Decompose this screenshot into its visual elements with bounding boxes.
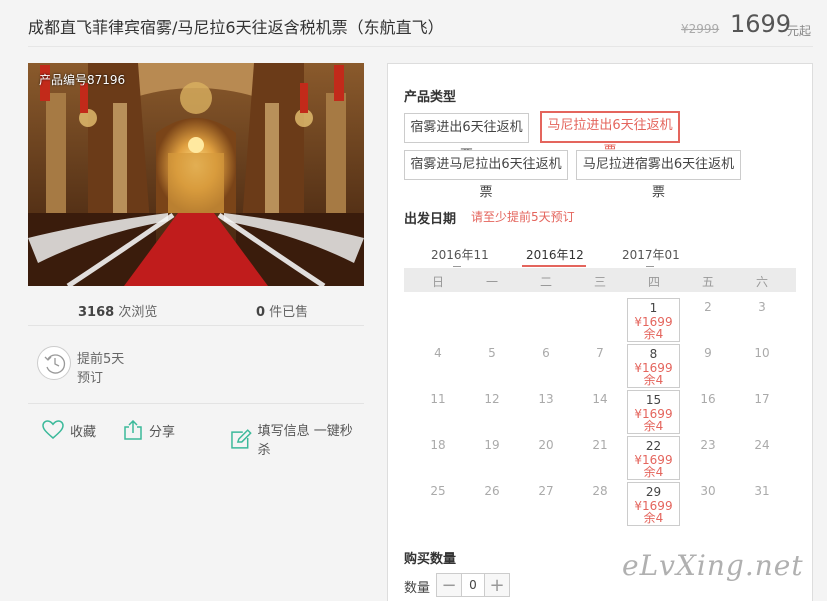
weekday-label: 四: [647, 275, 660, 289]
day-number: 1: [649, 301, 658, 315]
price-unit: 元起: [787, 24, 812, 38]
weekday-label: 五: [701, 275, 714, 289]
quantity-stepper: − 0 +: [436, 573, 510, 597]
advance-label: 预订: [77, 371, 104, 386]
calendar-day: 16: [700, 392, 716, 406]
share-button[interactable]: 分享: [123, 420, 175, 440]
sold-count: 0 件已售: [256, 305, 309, 320]
action-bar: 收藏 分享 填写信息 一键秒杀: [28, 418, 364, 458]
calendar-day: 17: [754, 392, 770, 406]
calendar-day-available[interactable]: 29 ¥1699 余4: [627, 482, 680, 526]
product-photo[interactable]: 产品编号87196: [28, 63, 364, 286]
quantity-label: 数量: [404, 581, 431, 596]
calendar-day: 13: [538, 392, 554, 406]
increase-button[interactable]: +: [485, 574, 509, 596]
calendar-day: 19: [484, 438, 500, 452]
edit-form-icon: [231, 429, 252, 449]
calendar-day: 18: [430, 438, 446, 452]
weekday-label: 二: [539, 275, 552, 289]
calendar-day: 7: [596, 346, 604, 360]
calendar-day: 12: [484, 392, 500, 406]
calendar-day: 3: [758, 300, 766, 314]
calendar-day: 26: [484, 484, 500, 498]
current-price: 1699: [730, 10, 792, 38]
calendar-day: 9: [704, 346, 712, 360]
month-tab-next[interactable]: 2017年01: [622, 246, 680, 263]
weekday-label: 六: [755, 275, 768, 289]
day-number: 8: [649, 347, 658, 361]
share-icon: [124, 420, 142, 440]
booking-hint: 请至少提前5天预订: [471, 210, 575, 224]
calendar-day: 20: [538, 438, 554, 452]
option-manila-in-cebu-out[interactable]: 马尼拉进宿雾出6天往返机票: [576, 150, 741, 200]
weekday-label: 一: [485, 275, 498, 289]
calendar-day-available[interactable]: 15 ¥1699 余4: [627, 390, 680, 434]
month-indicator: [646, 266, 654, 267]
cathedral-image: [28, 63, 364, 286]
option-cebu-in-manila-out[interactable]: 宿雾进马尼拉出6天往返机票: [404, 150, 568, 200]
calendar-day: 4: [434, 346, 442, 360]
weekday-label: 日: [431, 275, 444, 289]
calendar-day: 6: [542, 346, 550, 360]
advance-days: 提前5天: [77, 352, 125, 367]
calendar-day: 30: [700, 484, 716, 498]
product-number: 产品编号87196: [39, 73, 126, 87]
decrease-button[interactable]: −: [437, 574, 461, 596]
advance-booking: 提前5天 预订: [28, 332, 364, 404]
option-manila-roundtrip[interactable]: 马尼拉进出6天往返机票: [540, 111, 680, 159]
calendar-day: 11: [430, 392, 446, 406]
day-number: 29: [645, 485, 662, 499]
calendar-day: 21: [592, 438, 608, 452]
weekday-label: 三: [593, 275, 606, 289]
quick-buy-button[interactable]: 填写信息 一键秒杀: [230, 420, 364, 458]
calendar-day: 28: [592, 484, 608, 498]
calendar-day: 2: [704, 300, 712, 314]
option-cebu-roundtrip[interactable]: 宿雾进出6天往返机票: [404, 113, 529, 163]
history-clock-icon: [37, 346, 71, 380]
day-remaining: 余4: [643, 327, 664, 341]
favorite-button[interactable]: 收藏: [42, 420, 96, 440]
quantity-value[interactable]: 0: [461, 574, 485, 596]
month-tab-prev[interactable]: 2016年11: [431, 246, 489, 263]
day-remaining: 余4: [643, 419, 664, 433]
month-active-underline: [522, 265, 586, 267]
calendar-day: 24: [754, 438, 770, 452]
month-tab-current[interactable]: 2016年12: [526, 246, 584, 263]
calendar-day: 5: [488, 346, 496, 360]
day-number: 15: [645, 393, 662, 407]
month-indicator: [453, 266, 461, 267]
original-price: ¥2999: [681, 22, 720, 36]
day-remaining: 余4: [643, 511, 664, 525]
site-watermark: eLvXing.net: [622, 549, 804, 582]
calendar-day-available[interactable]: 1 ¥1699 余4: [627, 298, 680, 342]
product-type-title: 产品类型: [404, 90, 457, 105]
booking-panel: 产品类型 宿雾进出6天往返机票 马尼拉进出6天往返机票 宿雾进马尼拉出6天往返机…: [387, 63, 813, 601]
views-count: 3168 次浏览: [78, 305, 158, 320]
day-remaining: 余4: [643, 465, 664, 479]
calendar-day: 10: [754, 346, 770, 360]
header-divider: [28, 46, 813, 47]
weekday-header: 日一二三四五六: [404, 268, 796, 292]
quantity-title: 购买数量: [404, 552, 457, 567]
day-remaining: 余4: [643, 373, 664, 387]
calendar-day: 23: [700, 438, 716, 452]
page-title: 成都直飞菲律宾宿雾/马尼拉6天往返含税机票（东航直飞）: [28, 18, 444, 37]
calendar-day-available[interactable]: 22 ¥1699 余4: [627, 436, 680, 480]
day-number: 22: [645, 439, 662, 453]
calendar-day: 27: [538, 484, 554, 498]
stats-bar: 3168 次浏览 0 件已售: [28, 292, 364, 326]
calendar-day: 25: [430, 484, 446, 498]
heart-icon: [42, 420, 64, 439]
calendar-day: 14: [592, 392, 608, 406]
calendar-day: 31: [754, 484, 770, 498]
calendar-day-available[interactable]: 8 ¥1699 余4: [627, 344, 680, 388]
departure-title: 出发日期: [404, 212, 457, 227]
